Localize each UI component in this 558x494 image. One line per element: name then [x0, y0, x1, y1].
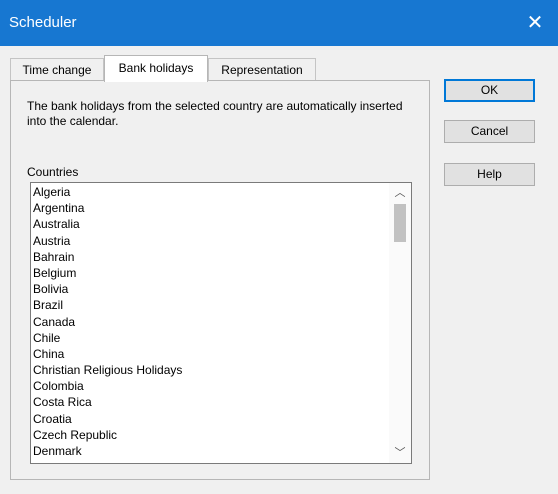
scroll-down-icon[interactable]: ﹀ — [389, 444, 411, 462]
countries-list: Algeria Argentina Australia Austria Bahrain B… — [31, 184, 389, 459]
window-title: Scheduler — [9, 14, 77, 31]
list-item[interactable]: China — [31, 346, 389, 362]
tab-bank-holidays[interactable]: Bank holidays — [104, 55, 208, 82]
countries-listbox[interactable]: Algeria Argentina Australia Austria Bahrain B… — [30, 182, 412, 464]
tab-time-change[interactable]: Time change — [10, 58, 104, 81]
scroll-thumb[interactable] — [394, 204, 406, 242]
list-item[interactable]: Colombia — [31, 378, 389, 394]
scheduler-dialog: Scheduler ✕ Time change Bank holidays Re… — [0, 0, 558, 494]
list-item[interactable]: Costa Rica — [31, 394, 389, 410]
list-item[interactable]: Chile — [31, 330, 389, 346]
list-item[interactable]: Belgium — [31, 265, 389, 281]
list-item[interactable]: Christian Religious Holidays — [31, 362, 389, 378]
list-item[interactable]: Bolivia — [31, 281, 389, 297]
list-item[interactable]: Canada — [31, 314, 389, 330]
scroll-up-icon[interactable]: ︿ — [389, 184, 411, 202]
tab-strip: Time change Bank holidays Representation — [8, 46, 428, 82]
title-bar: Scheduler ✕ — [0, 0, 558, 46]
bank-holidays-panel: The bank holidays from the selected coun… — [10, 80, 430, 480]
list-item[interactable]: Croatia — [31, 411, 389, 427]
cancel-button[interactable]: Cancel — [444, 120, 535, 143]
list-item[interactable]: Czech Republic — [31, 427, 389, 443]
ok-button[interactable]: OK — [444, 79, 535, 102]
dialog-client-area: Time change Bank holidays Representation… — [8, 46, 550, 486]
countries-label: Countries — [27, 165, 79, 179]
list-item[interactable]: Denmark — [31, 443, 389, 459]
close-icon[interactable]: ✕ — [512, 0, 558, 46]
help-button[interactable]: Help — [444, 163, 535, 186]
tab-representation[interactable]: Representation — [208, 58, 316, 81]
list-item[interactable]: Brazil — [31, 297, 389, 313]
list-item[interactable]: Austria — [31, 233, 389, 249]
list-item[interactable]: Australia — [31, 216, 389, 232]
list-item[interactable]: Algeria — [31, 184, 389, 200]
list-item[interactable]: Argentina — [31, 200, 389, 216]
description-text: The bank holidays from the selected coun… — [27, 99, 403, 128]
list-item[interactable]: Bahrain — [31, 249, 389, 265]
vertical-scrollbar[interactable]: ︿ ﹀ — [389, 183, 411, 463]
